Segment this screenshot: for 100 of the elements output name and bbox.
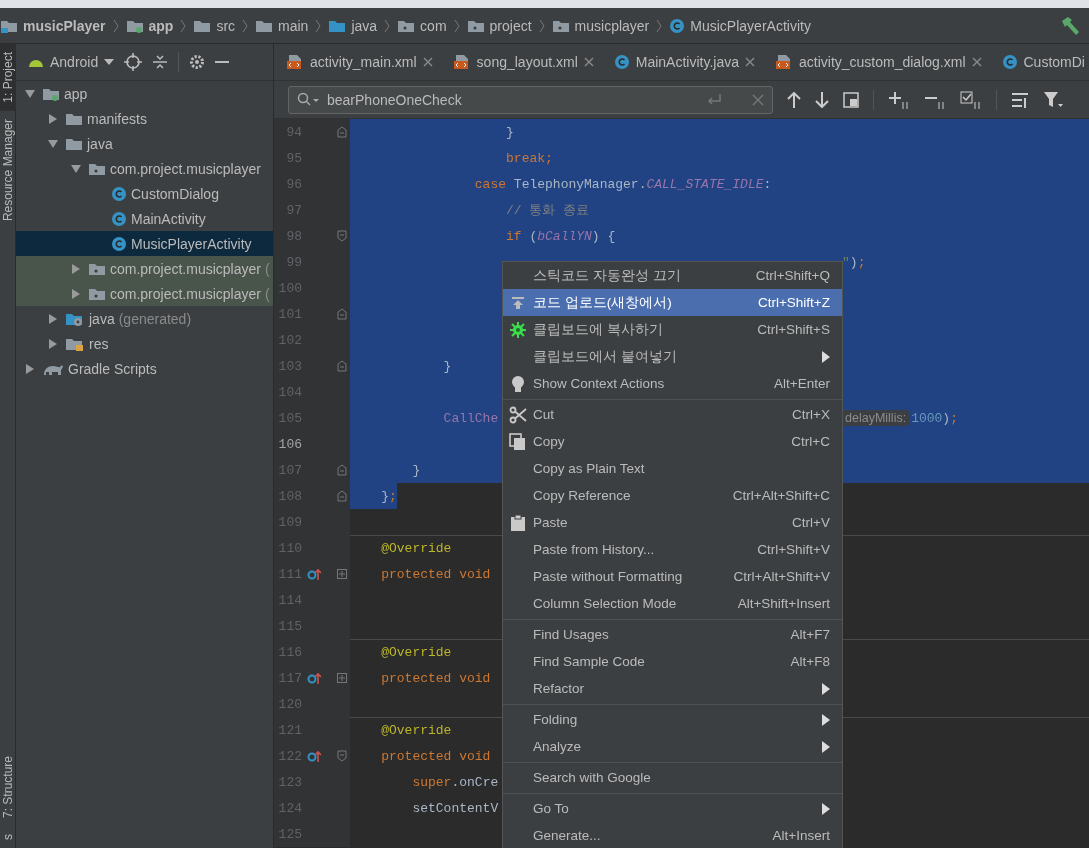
- tree-item[interactable]: com.project.musicplayer: [16, 156, 273, 181]
- collapsed-arrow-icon[interactable]: [71, 263, 81, 274]
- menu-item[interactable]: Paste Ctrl+V: [503, 509, 842, 536]
- view-mode-dropdown[interactable]: Android: [28, 54, 115, 70]
- menu-item[interactable]: Analyze: [503, 733, 842, 760]
- collapse-icon[interactable]: [152, 54, 169, 70]
- menu-item[interactable]: Find Sample Code Alt+F8: [503, 648, 842, 675]
- collapsed-arrow-icon[interactable]: [71, 288, 81, 299]
- menu-item[interactable]: Folding: [503, 706, 842, 733]
- fold-icon[interactable]: [337, 750, 347, 762]
- fold-end-icon[interactable]: [337, 308, 347, 320]
- expanded-arrow-icon[interactable]: [71, 163, 81, 174]
- editor-tab[interactable]: song_layout.xml: [440, 44, 602, 80]
- copy-icon: [509, 432, 527, 451]
- caret-icon: [104, 59, 115, 65]
- breadcrumb-item[interactable]: MusicPlayerActivity: [669, 17, 811, 34]
- menu-item[interactable]: 스틱코드 자동완성 끄기 Ctrl+Shift+Q: [503, 262, 842, 289]
- editor-tab[interactable]: MainActivity.java: [601, 44, 763, 80]
- fold-end-icon[interactable]: [337, 464, 347, 476]
- close-icon[interactable]: [745, 57, 755, 67]
- close-icon[interactable]: [583, 57, 594, 67]
- fold-end-icon[interactable]: [337, 360, 347, 372]
- tree-item[interactable]: java: [16, 131, 273, 156]
- tool-window-button[interactable]: 7: Structure: [0, 747, 16, 826]
- menu-item[interactable]: Go To: [503, 795, 842, 822]
- filter-icon[interactable]: [1043, 90, 1063, 109]
- override-icon[interactable]: [307, 749, 321, 763]
- menu-item[interactable]: Show Context Actions Alt+Enter: [503, 370, 842, 397]
- editor-tab[interactable]: activity_custom_dialog.xml: [763, 44, 990, 80]
- up-arrow-icon[interactable]: [787, 91, 801, 108]
- down-arrow-icon[interactable]: [815, 91, 829, 108]
- clipboard-icon: [510, 513, 526, 532]
- menu-item[interactable]: Cut Ctrl+X: [503, 401, 842, 428]
- newline-icon[interactable]: [706, 92, 722, 107]
- editor-tab[interactable]: CustomDi: [989, 44, 1089, 80]
- collapsed-arrow-icon[interactable]: [25, 363, 35, 374]
- collapsed-arrow-icon[interactable]: [48, 313, 58, 324]
- tree-item[interactable]: com.project.musicplayer (: [16, 281, 273, 306]
- menu-item[interactable]: Copy as Plain Text: [503, 455, 842, 482]
- breadcrumb-item[interactable]: java: [328, 17, 378, 34]
- code-line: // 통화 종료: [505, 202, 590, 219]
- tree-item[interactable]: com.project.musicplayer (: [16, 256, 273, 281]
- breadcrumb-item[interactable]: musicplayer: [551, 17, 650, 34]
- tree-item[interactable]: CustomDialog: [16, 181, 273, 206]
- code-line: }: [442, 358, 452, 374]
- target-icon[interactable]: [124, 53, 143, 71]
- code-line: CallChe: [442, 410, 499, 426]
- tree-item[interactable]: MusicPlayerActivity: [16, 231, 273, 256]
- menu-item[interactable]: 코드 업로드(새창에서) Ctrl+Shift+Z: [503, 289, 842, 316]
- menu-item[interactable]: 클립보드에 복사하기 Ctrl+Shift+S: [503, 316, 842, 343]
- tree-item[interactable]: java (generated): [16, 306, 273, 331]
- close-icon[interactable]: [752, 93, 764, 106]
- editor-tab[interactable]: activity_main.xml: [274, 44, 441, 80]
- menu-item[interactable]: Search with Google: [503, 764, 842, 791]
- expand-fold-icon[interactable]: [337, 569, 347, 579]
- checkbox-occurrence-icon[interactable]: [960, 90, 982, 109]
- tree-item[interactable]: Gradle Scripts: [16, 356, 273, 381]
- submenu-arrow-icon: [822, 713, 830, 726]
- expanded-arrow-icon[interactable]: [48, 138, 58, 149]
- breadcrumb-item[interactable]: project: [466, 17, 532, 34]
- settings-icon[interactable]: [189, 54, 206, 70]
- breadcrumb-item[interactable]: musicPlayer: [0, 17, 106, 34]
- tree-item[interactable]: manifests: [16, 106, 273, 131]
- menu-item[interactable]: Paste from History... Ctrl+Shift+V: [503, 536, 842, 563]
- menu-item[interactable]: Generate... Alt+Insert: [503, 822, 842, 848]
- fold-end-icon[interactable]: [337, 490, 347, 502]
- breadcrumb-item[interactable]: main: [255, 17, 309, 34]
- select-all-icon[interactable]: [843, 91, 859, 108]
- tool-window-button[interactable]: 1: Project: [0, 44, 16, 111]
- tool-window-button[interactable]: Resource Manager: [0, 110, 16, 229]
- tree-item[interactable]: res: [16, 331, 273, 356]
- menu-item[interactable]: Copy Reference Ctrl+Alt+Shift+C: [503, 482, 842, 509]
- menu-item[interactable]: Refactor: [503, 675, 842, 702]
- menu-item[interactable]: Paste without Formatting Ctrl+Alt+Shift+V: [503, 563, 842, 590]
- expanded-arrow-icon[interactable]: [25, 88, 35, 99]
- fold-end-icon[interactable]: [337, 126, 347, 138]
- expand-fold-icon[interactable]: [337, 673, 347, 683]
- menu-item[interactable]: Find Usages Alt+F7: [503, 621, 842, 648]
- menu-item[interactable]: Copy Ctrl+C: [503, 428, 842, 455]
- override-icon[interactable]: [307, 567, 321, 581]
- collapsed-arrow-icon[interactable]: [48, 338, 58, 349]
- tree-item[interactable]: app: [16, 81, 273, 106]
- text-align-icon[interactable]: [1011, 91, 1029, 108]
- close-icon[interactable]: [971, 57, 982, 67]
- code-line: if (bCallYN) {: [505, 228, 616, 244]
- add-occurrence-icon[interactable]: [888, 90, 910, 109]
- override-icon[interactable]: [307, 671, 321, 685]
- menu-item[interactable]: Column Selection Mode Alt+Shift+Insert: [503, 590, 842, 617]
- fold-icon[interactable]: [337, 230, 347, 242]
- hammer-icon[interactable]: [1059, 14, 1081, 37]
- breadcrumb-item[interactable]: app: [125, 17, 174, 34]
- menu-item[interactable]: 클립보드에서 붙여넣기: [503, 343, 842, 370]
- collapsed-arrow-icon[interactable]: [48, 113, 58, 124]
- close-icon[interactable]: [422, 57, 433, 67]
- tree-item[interactable]: MainActivity: [16, 206, 273, 231]
- breadcrumb-item[interactable]: src: [193, 17, 236, 34]
- tool-window-button[interactable]: s: [0, 826, 16, 848]
- search-icon[interactable]: [297, 91, 321, 108]
- search-field[interactable]: bearPhoneOneCheck: [288, 85, 773, 114]
- breadcrumb-item[interactable]: com: [397, 17, 447, 34]
